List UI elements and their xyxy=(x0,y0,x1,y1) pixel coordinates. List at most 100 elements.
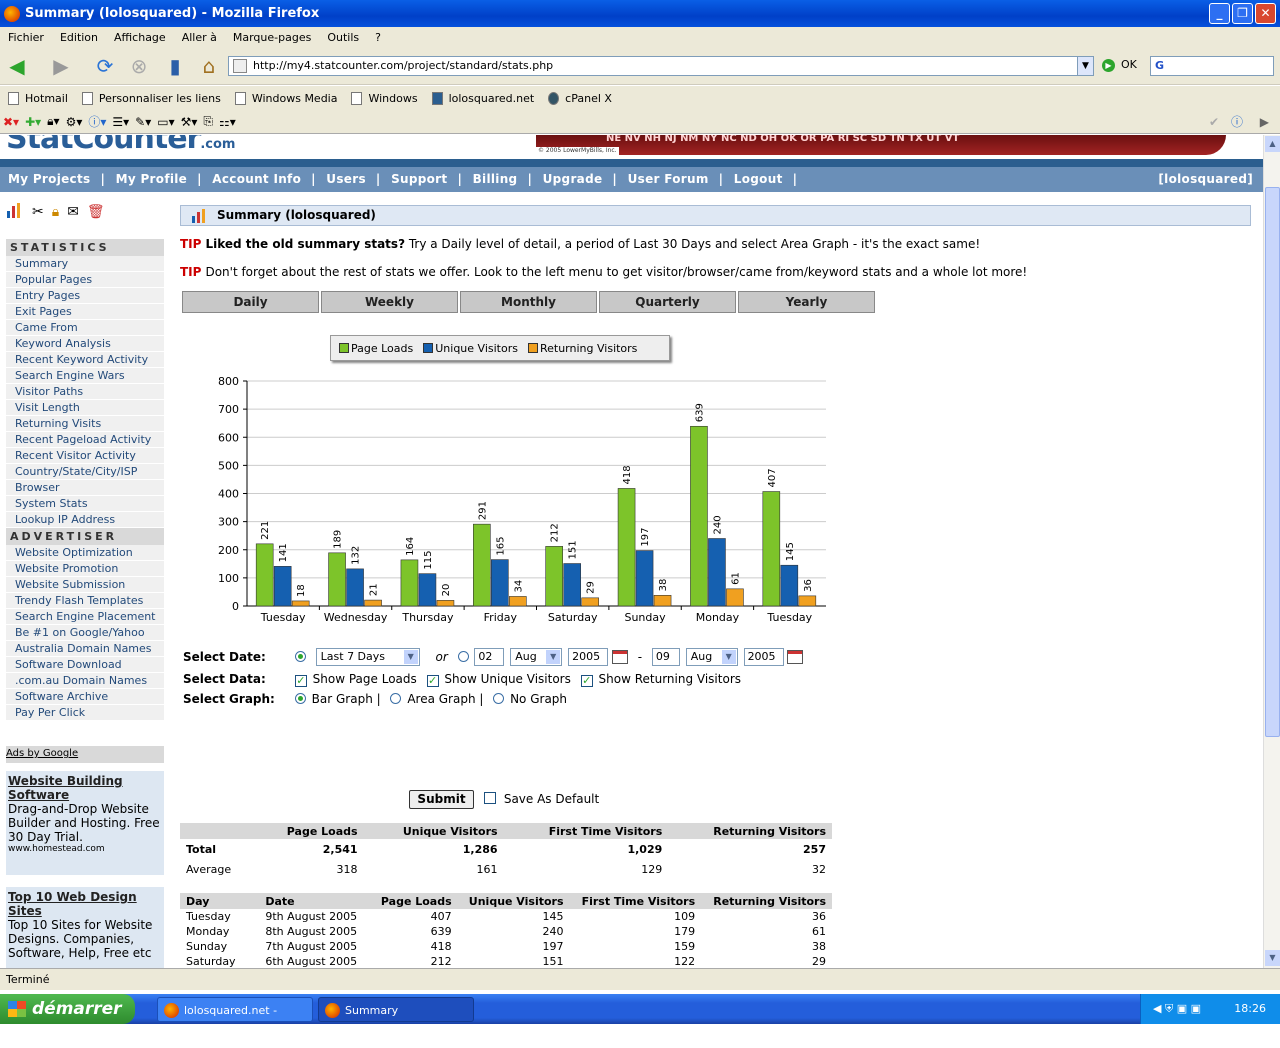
sidebar-item-popular-pages[interactable]: Popular Pages xyxy=(6,272,164,288)
ad-title[interactable]: Top 10 Web Design Sites xyxy=(8,890,162,918)
minimize-button[interactable]: _ xyxy=(1209,3,1230,24)
advertiser-item-search-engine-placement[interactable]: Search Engine Placement xyxy=(6,609,164,625)
advertiser-item-be-1-on-google-yahoo[interactable]: Be #1 on Google/Yahoo xyxy=(6,625,164,641)
advertiser-item-website-optimization[interactable]: Website Optimization xyxy=(6,545,164,561)
cookie-icon[interactable]: ⚙▾ xyxy=(66,115,83,129)
stats-chart-icon[interactable] xyxy=(6,202,24,222)
sidebar-item-visitor-paths[interactable]: Visitor Paths xyxy=(6,384,164,400)
period-monthly[interactable]: Monthly xyxy=(460,291,597,313)
about-icon[interactable]: ⓘ xyxy=(1231,113,1243,130)
disable-icon[interactable]: ✖▾ xyxy=(3,115,19,129)
from-month-select[interactable]: Aug ▼ xyxy=(510,648,563,666)
info-icon[interactable]: ⓘ▾ xyxy=(88,113,106,130)
go-button[interactable]: ▶ OK xyxy=(1102,58,1137,72)
url-bar[interactable]: http://my4.statcounter.com/project/stand… xyxy=(228,56,1094,76)
lock-icon[interactable]: 🔒︎ xyxy=(52,204,59,220)
nav-upgrade[interactable]: Upgrade xyxy=(543,172,603,186)
bookmark-windows-media[interactable]: Windows Media xyxy=(234,91,337,105)
unique-visitors-checkbox[interactable]: ✓ xyxy=(426,675,439,687)
menu-aller[interactable]: Aller à xyxy=(174,31,225,44)
page-loads-checkbox[interactable]: ✓ xyxy=(294,675,307,687)
period-yearly[interactable]: Yearly xyxy=(738,291,875,313)
range-select[interactable]: Last 7 Days ▼ xyxy=(315,648,420,666)
tools-icon[interactable]: ⚒▾ xyxy=(181,115,198,129)
taskbar-item-summary[interactable]: Summary (lolosquare... xyxy=(318,997,474,1042)
menu-affichage[interactable]: Affichage xyxy=(106,31,174,44)
lock-icon[interactable]: 🔒︎▾ xyxy=(47,114,59,129)
ad-title[interactable]: Website Building Software xyxy=(8,774,162,802)
menu-fichier[interactable]: Fichier xyxy=(0,31,52,44)
back-icon[interactable]: ◀ xyxy=(4,53,30,79)
maximize-button[interactable]: ❐ xyxy=(1232,3,1253,24)
sidebar-item-browser[interactable]: Browser xyxy=(6,480,164,496)
save-default-checkbox[interactable] xyxy=(484,792,496,804)
sidebar-item-recent-keyword-activity[interactable]: Recent Keyword Activity xyxy=(6,352,164,368)
bookmark-cpanel[interactable]: cPanel X xyxy=(548,91,612,105)
google-ad-2[interactable]: Top 10 Web Design Sites Top 10 Sites for… xyxy=(6,887,164,968)
menu-edition[interactable]: Edition xyxy=(52,31,106,44)
sidebar-item-keyword-analysis[interactable]: Keyword Analysis xyxy=(6,336,164,352)
menu-marque-pages[interactable]: Marque-pages xyxy=(225,31,319,44)
advertiser-item-com-au-domain-names[interactable]: .com.au Domain Names xyxy=(6,673,164,689)
close-button[interactable]: ✕ xyxy=(1255,3,1276,24)
tools-icon[interactable]: ✂ xyxy=(32,204,44,220)
sidebar-item-recent-pageload-activity[interactable]: Recent Pageload Activity xyxy=(6,432,164,448)
sidebar-item-came-from[interactable]: Came From xyxy=(6,320,164,336)
scroll-down-icon[interactable]: ▼ xyxy=(1265,950,1280,966)
advertiser-item-website-submission[interactable]: Website Submission xyxy=(6,577,164,593)
bookmark-windows[interactable]: Windows xyxy=(351,91,418,105)
nav-support[interactable]: Support xyxy=(391,172,447,186)
advertiser-item-software-archive[interactable]: Software Archive xyxy=(6,689,164,705)
bookmark-hotmail[interactable]: Hotmail xyxy=(8,91,68,105)
copy-icon[interactable]: ⎘ xyxy=(203,114,213,129)
bookmark-lolosquared[interactable]: lolosquared.net xyxy=(431,91,534,105)
chevron-down-icon[interactable]: ▼ xyxy=(1077,57,1093,75)
advertiser-item-trendy-flash-templates[interactable]: Trendy Flash Templates xyxy=(6,593,164,609)
statcounter-logo[interactable]: StatCounter.com xyxy=(6,135,235,156)
nav-billing[interactable]: Billing xyxy=(473,172,518,186)
advertiser-item-software-download[interactable]: Software Download xyxy=(6,657,164,673)
sidebar-item-visit-length[interactable]: Visit Length xyxy=(6,400,164,416)
returning-visitors-checkbox[interactable]: ✓ xyxy=(580,675,593,687)
validate-icon[interactable]: ✔ xyxy=(1209,115,1219,129)
trash-icon[interactable]: 🗑︎ xyxy=(87,204,105,220)
submit-button[interactable]: Submit xyxy=(409,790,474,809)
banner-ad[interactable]: NE NV NH NJ NM NY NC ND OH OK OR PA RI S… xyxy=(536,135,1226,155)
menu-help[interactable]: ? xyxy=(367,31,389,44)
no-graph-radio[interactable] xyxy=(493,693,505,704)
to-day-input[interactable]: 09 xyxy=(651,648,680,666)
range-radio[interactable] xyxy=(294,650,306,662)
scrollbar-thumb[interactable] xyxy=(1265,187,1280,737)
nav-user-forum[interactable]: User Forum xyxy=(628,172,709,186)
sidebar-item-entry-pages[interactable]: Entry Pages xyxy=(6,288,164,304)
ads-by-google-link[interactable]: Ads by Google xyxy=(6,746,164,763)
forward-icon[interactable]: ▶ xyxy=(48,53,74,79)
options-icon[interactable]: ⚏▾ xyxy=(219,115,236,129)
sidebar-item-search-engine-wars[interactable]: Search Engine Wars xyxy=(6,368,164,384)
taskbar-item-lolosquared[interactable]: lolosquared.net - Moz... xyxy=(157,997,313,1042)
css-icon[interactable]: ✚▾ xyxy=(25,115,41,129)
bar-graph-radio[interactable] xyxy=(294,693,306,704)
bookmarks-sidebar-icon[interactable]: ▮ xyxy=(162,53,188,79)
form-icon[interactable]: ☰▾ xyxy=(112,115,129,129)
window-icon[interactable]: ▭▾ xyxy=(157,115,174,129)
nav-account-info[interactable]: Account Info xyxy=(212,172,301,186)
advertiser-item-pay-per-click[interactable]: Pay Per Click xyxy=(6,705,164,721)
sidebar-item-exit-pages[interactable]: Exit Pages xyxy=(6,304,164,320)
scroll-up-icon[interactable]: ▲ xyxy=(1265,136,1280,152)
pencil-icon[interactable]: ✎▾ xyxy=(135,115,151,129)
advertiser-item-website-promotion[interactable]: Website Promotion xyxy=(6,561,164,577)
sidebar-item-lookup-ip-address[interactable]: Lookup IP Address xyxy=(6,512,164,528)
from-day-input[interactable]: 02 xyxy=(474,648,505,666)
search-input[interactable]: G xyxy=(1150,56,1274,76)
home-icon[interactable]: ⌂ xyxy=(196,53,222,79)
stop-icon[interactable]: ⊗ xyxy=(126,53,152,79)
nav-logout[interactable]: Logout xyxy=(734,172,783,186)
sidebar-item-system-stats[interactable]: System Stats xyxy=(6,496,164,512)
vertical-scrollbar[interactable]: ▲ ▼ xyxy=(1263,135,1280,968)
period-quarterly[interactable]: Quarterly xyxy=(599,291,736,313)
menu-outils[interactable]: Outils xyxy=(319,31,367,44)
sidebar-item-returning-visits[interactable]: Returning Visits xyxy=(6,416,164,432)
nav-my-projects[interactable]: My Projects xyxy=(8,172,90,186)
sidebar-item-summary[interactable]: Summary xyxy=(6,256,164,272)
